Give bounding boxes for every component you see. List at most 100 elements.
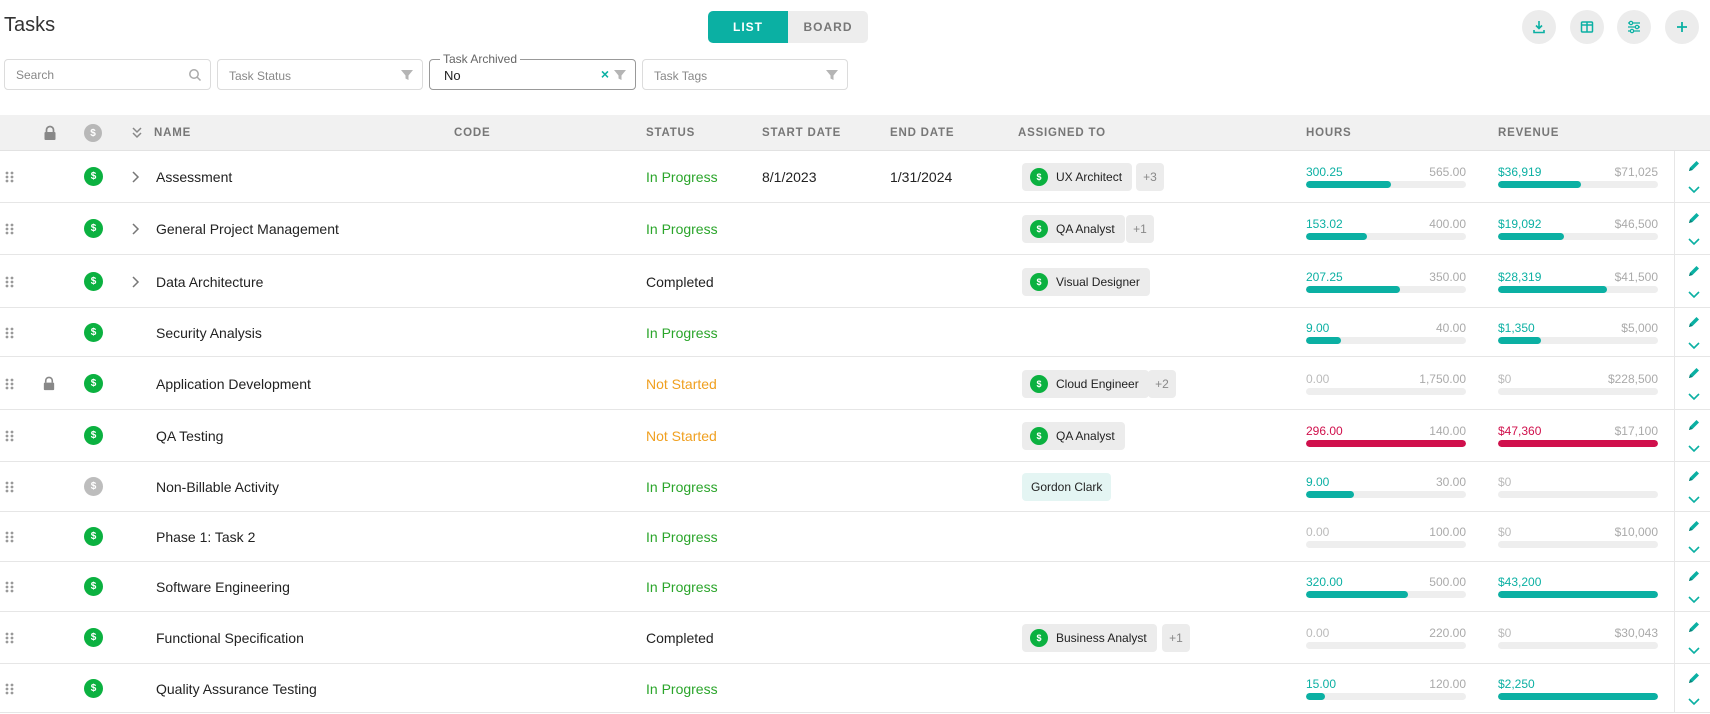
chevron-down-icon[interactable] xyxy=(1687,234,1701,248)
column-status[interactable]: STATUS xyxy=(646,127,695,139)
table-row[interactable]: $ Software Engineering In Progress 320.00 50… xyxy=(0,562,1710,612)
task-name[interactable]: General Project Management xyxy=(156,221,339,237)
download-button[interactable] xyxy=(1522,10,1556,44)
edit-pencil-icon[interactable] xyxy=(1687,366,1701,380)
hours-bar-fill xyxy=(1306,440,1466,447)
task-name[interactable]: Functional Specification xyxy=(156,630,304,646)
revenue-progress: $0 $10,000 xyxy=(1498,525,1658,549)
task-name[interactable]: Assessment xyxy=(156,169,232,185)
task-name[interactable]: Application Development xyxy=(156,376,311,392)
edit-pencil-icon[interactable] xyxy=(1687,469,1701,483)
assignee-chip[interactable]: Gordon Clark xyxy=(1022,473,1112,501)
add-task-button[interactable] xyxy=(1665,10,1699,44)
chevron-down-icon[interactable] xyxy=(1687,643,1701,657)
table-row[interactable]: $ Non-Billable Activity In Progress Gordon … xyxy=(0,462,1710,512)
drag-handle-icon[interactable] xyxy=(5,632,14,644)
table-row[interactable]: $ Functional Specification Completed $ Busin… xyxy=(0,612,1710,664)
expand-all-icon[interactable] xyxy=(131,126,143,140)
column-hours[interactable]: HOURS xyxy=(1306,127,1352,139)
assignee-chip[interactable]: $ Business Analyst xyxy=(1022,624,1157,652)
board-view-button[interactable]: BOARD xyxy=(788,11,868,43)
table-row[interactable]: $ Application Development Not Started $ Clou… xyxy=(0,357,1710,410)
drag-handle-icon[interactable] xyxy=(5,276,14,288)
chevron-down-icon[interactable] xyxy=(1687,592,1701,606)
column-code[interactable]: CODE xyxy=(454,127,490,139)
edit-pencil-icon[interactable] xyxy=(1687,620,1701,634)
edit-pencil-icon[interactable] xyxy=(1687,569,1701,583)
task-archived-filter[interactable]: Task Archived No × xyxy=(429,52,636,90)
chevron-down-icon[interactable] xyxy=(1687,338,1701,352)
table-row[interactable]: $ Quality Assurance Testing In Progress 15.… xyxy=(0,664,1710,713)
chevron-right-icon[interactable] xyxy=(131,275,140,288)
table-row[interactable]: $ General Project Management In Progress $ Q… xyxy=(0,203,1710,255)
drag-handle-icon[interactable] xyxy=(5,171,14,183)
task-name[interactable]: Software Engineering xyxy=(156,579,290,595)
settings-button[interactable] xyxy=(1617,10,1651,44)
task-name[interactable]: Phase 1: Task 2 xyxy=(156,529,255,545)
chevron-down-icon[interactable] xyxy=(1687,389,1701,403)
table-row[interactable]: $ QA Testing Not Started $ QA Analyst 296.00 1… xyxy=(0,410,1710,462)
table-row[interactable]: $ Assessment In Progress 8/1/2023 1/31/2024 $… xyxy=(0,151,1710,203)
chevron-right-icon[interactable] xyxy=(131,171,140,183)
revenue-bar xyxy=(1498,440,1658,447)
chevron-down-icon[interactable] xyxy=(1687,492,1701,506)
task-name[interactable]: Data Architecture xyxy=(156,274,263,290)
revenue-bar-fill xyxy=(1498,233,1564,240)
assignee-chip[interactable]: $ Visual Designer xyxy=(1022,267,1150,296)
drag-handle-icon[interactable] xyxy=(5,327,14,339)
drag-handle-icon[interactable] xyxy=(5,683,14,695)
chevron-down-icon[interactable] xyxy=(1687,542,1701,556)
assignee-chip[interactable]: $ Cloud Engineer xyxy=(1022,369,1149,398)
chevron-down-icon[interactable] xyxy=(1687,441,1701,455)
more-assignees-badge[interactable]: +1 xyxy=(1162,624,1190,652)
clear-icon[interactable]: × xyxy=(601,66,609,82)
revenue-budget: $46,500 xyxy=(1614,217,1658,231)
drag-handle-icon[interactable] xyxy=(5,378,14,390)
edit-pencil-icon[interactable] xyxy=(1687,519,1701,533)
column-assigned-to[interactable]: ASSIGNED TO xyxy=(1018,127,1106,139)
edit-pencil-icon[interactable] xyxy=(1687,211,1701,225)
task-name[interactable]: QA Testing xyxy=(156,428,223,444)
task-name[interactable]: Quality Assurance Testing xyxy=(156,681,317,697)
filter-icon xyxy=(401,70,413,80)
hours-actual: 296.00 xyxy=(1306,424,1343,438)
column-revenue[interactable]: REVENUE xyxy=(1498,127,1559,139)
chevron-down-icon[interactable] xyxy=(1687,182,1701,196)
list-view-button[interactable]: LIST xyxy=(708,11,788,43)
assignee-chip[interactable]: $ QA Analyst xyxy=(1022,422,1125,450)
filter-icon xyxy=(614,70,626,80)
edit-pencil-icon[interactable] xyxy=(1687,671,1701,685)
search-input[interactable]: Search xyxy=(4,59,211,90)
drag-handle-icon[interactable] xyxy=(5,481,14,493)
task-tags-filter[interactable]: Task Tags xyxy=(642,59,848,90)
more-assignees-badge[interactable]: +1 xyxy=(1126,215,1154,243)
column-start-date[interactable]: START DATE xyxy=(762,127,841,139)
table-row[interactable]: $ Phase 1: Task 2 In Progress 0.00 100.00 $0 $… xyxy=(0,512,1710,562)
drag-handle-icon[interactable] xyxy=(5,581,14,593)
task-name[interactable]: Security Analysis xyxy=(156,325,262,341)
chevron-down-icon[interactable] xyxy=(1687,694,1701,708)
column-name[interactable]: NAME xyxy=(154,127,191,139)
drag-handle-icon[interactable] xyxy=(5,223,14,235)
billable-icon: $ xyxy=(84,628,103,647)
more-assignees-badge[interactable]: +3 xyxy=(1136,163,1164,191)
start-date: 8/1/2023 xyxy=(762,169,817,185)
edit-pencil-icon[interactable] xyxy=(1687,264,1701,278)
edit-pencil-icon[interactable] xyxy=(1687,418,1701,432)
table-row[interactable]: $ Security Analysis In Progress 9.00 40.00 $1… xyxy=(0,308,1710,357)
drag-handle-icon[interactable] xyxy=(5,430,14,442)
column-end-date[interactable]: END DATE xyxy=(890,127,954,139)
drag-handle-icon[interactable] xyxy=(5,531,14,543)
task-name[interactable]: Non-Billable Activity xyxy=(156,479,279,495)
task-status-filter[interactable]: Task Status xyxy=(217,59,423,90)
edit-pencil-icon[interactable] xyxy=(1687,315,1701,329)
assignee-chip[interactable]: $ UX Architect xyxy=(1022,163,1133,191)
more-assignees-badge[interactable]: +2 xyxy=(1148,369,1176,398)
edit-pencil-icon[interactable] xyxy=(1687,159,1701,173)
table-row[interactable]: $ Data Architecture Completed $ Visual Desig… xyxy=(0,255,1710,308)
chevron-right-icon[interactable] xyxy=(131,223,140,235)
task-status: Not Started xyxy=(646,375,717,392)
chevron-down-icon[interactable] xyxy=(1687,287,1701,301)
columns-button[interactable] xyxy=(1570,10,1604,44)
assignee-chip[interactable]: $ QA Analyst xyxy=(1022,215,1125,243)
